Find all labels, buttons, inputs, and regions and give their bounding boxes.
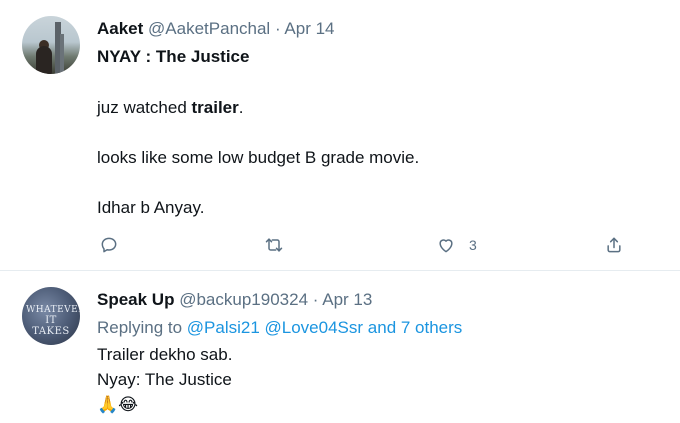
tweet-header: Speak Up @backup190324 · Apr 13 bbox=[97, 290, 372, 310]
tweet-text-line: looks like some low budget B grade movie… bbox=[97, 148, 420, 167]
tweet-actions: 3 bbox=[97, 234, 637, 256]
tweet-text-prefix: juz watched bbox=[97, 98, 192, 117]
username[interactable]: @AaketPanchal bbox=[148, 19, 270, 38]
tweet-title-part1: NYAY : bbox=[97, 47, 156, 66]
tweet-title-part2: The Justice bbox=[155, 47, 250, 66]
avatar-text: IT TAKES bbox=[32, 315, 70, 337]
tweet[interactable]: WHATEVER IT TAKES Speak Up @backup190324… bbox=[0, 271, 680, 423]
tweet-text-line: Idhar b Anyay. bbox=[97, 198, 205, 217]
tweet-title: NYAY : The Justice bbox=[97, 47, 249, 67]
tweet[interactable]: Aaket @AaketPanchal · Apr 14 NYAY : The … bbox=[0, 0, 680, 270]
tweet-text-line: Trailer dekho sab. bbox=[97, 345, 233, 364]
separator-dot: · bbox=[274, 19, 281, 38]
share-icon bbox=[607, 237, 621, 253]
display-name[interactable]: Aaket bbox=[97, 19, 143, 38]
tweet-text-bold: trailer bbox=[191, 98, 239, 117]
username[interactable]: @backup190324 bbox=[179, 290, 308, 309]
tweet-text-suffix: . bbox=[238, 98, 244, 117]
retweet-button[interactable] bbox=[263, 234, 285, 256]
like-button[interactable]: 3 bbox=[435, 234, 477, 256]
share-button[interactable] bbox=[603, 234, 625, 256]
replying-to: Replying to @Palsi21 @Love04Ssr and 7 ot… bbox=[97, 318, 462, 338]
like-count: 3 bbox=[469, 237, 477, 253]
reply-icon bbox=[101, 237, 117, 253]
tweet-header: Aaket @AaketPanchal · Apr 14 bbox=[97, 19, 335, 39]
tweet-text-line: Nyay: The Justice bbox=[97, 370, 232, 389]
display-name[interactable]: Speak Up bbox=[97, 290, 174, 309]
tweet-text-line: juz watched trailer. bbox=[97, 98, 243, 118]
retweet-icon bbox=[265, 238, 283, 252]
tweet-date[interactable]: Apr 13 bbox=[322, 290, 372, 309]
avatar[interactable]: WHATEVER IT TAKES bbox=[22, 287, 80, 345]
reply-button[interactable] bbox=[99, 234, 119, 256]
replying-to-label: Replying to bbox=[97, 318, 187, 337]
tweet-date[interactable]: Apr 14 bbox=[284, 19, 334, 38]
avatar-person-body bbox=[36, 46, 52, 74]
avatar-tower-shape bbox=[60, 34, 64, 74]
replying-to-users-link[interactable]: @Palsi21 @Love04Ssr bbox=[187, 318, 363, 337]
replying-to-others-link[interactable]: and 7 others bbox=[363, 318, 463, 337]
heart-icon bbox=[439, 239, 453, 253]
avatar[interactable] bbox=[22, 16, 80, 74]
tweet-emojis: 🙏😂 bbox=[97, 395, 139, 414]
separator-dot: · bbox=[312, 290, 319, 309]
avatar-text: WHATEVER bbox=[26, 305, 80, 315]
